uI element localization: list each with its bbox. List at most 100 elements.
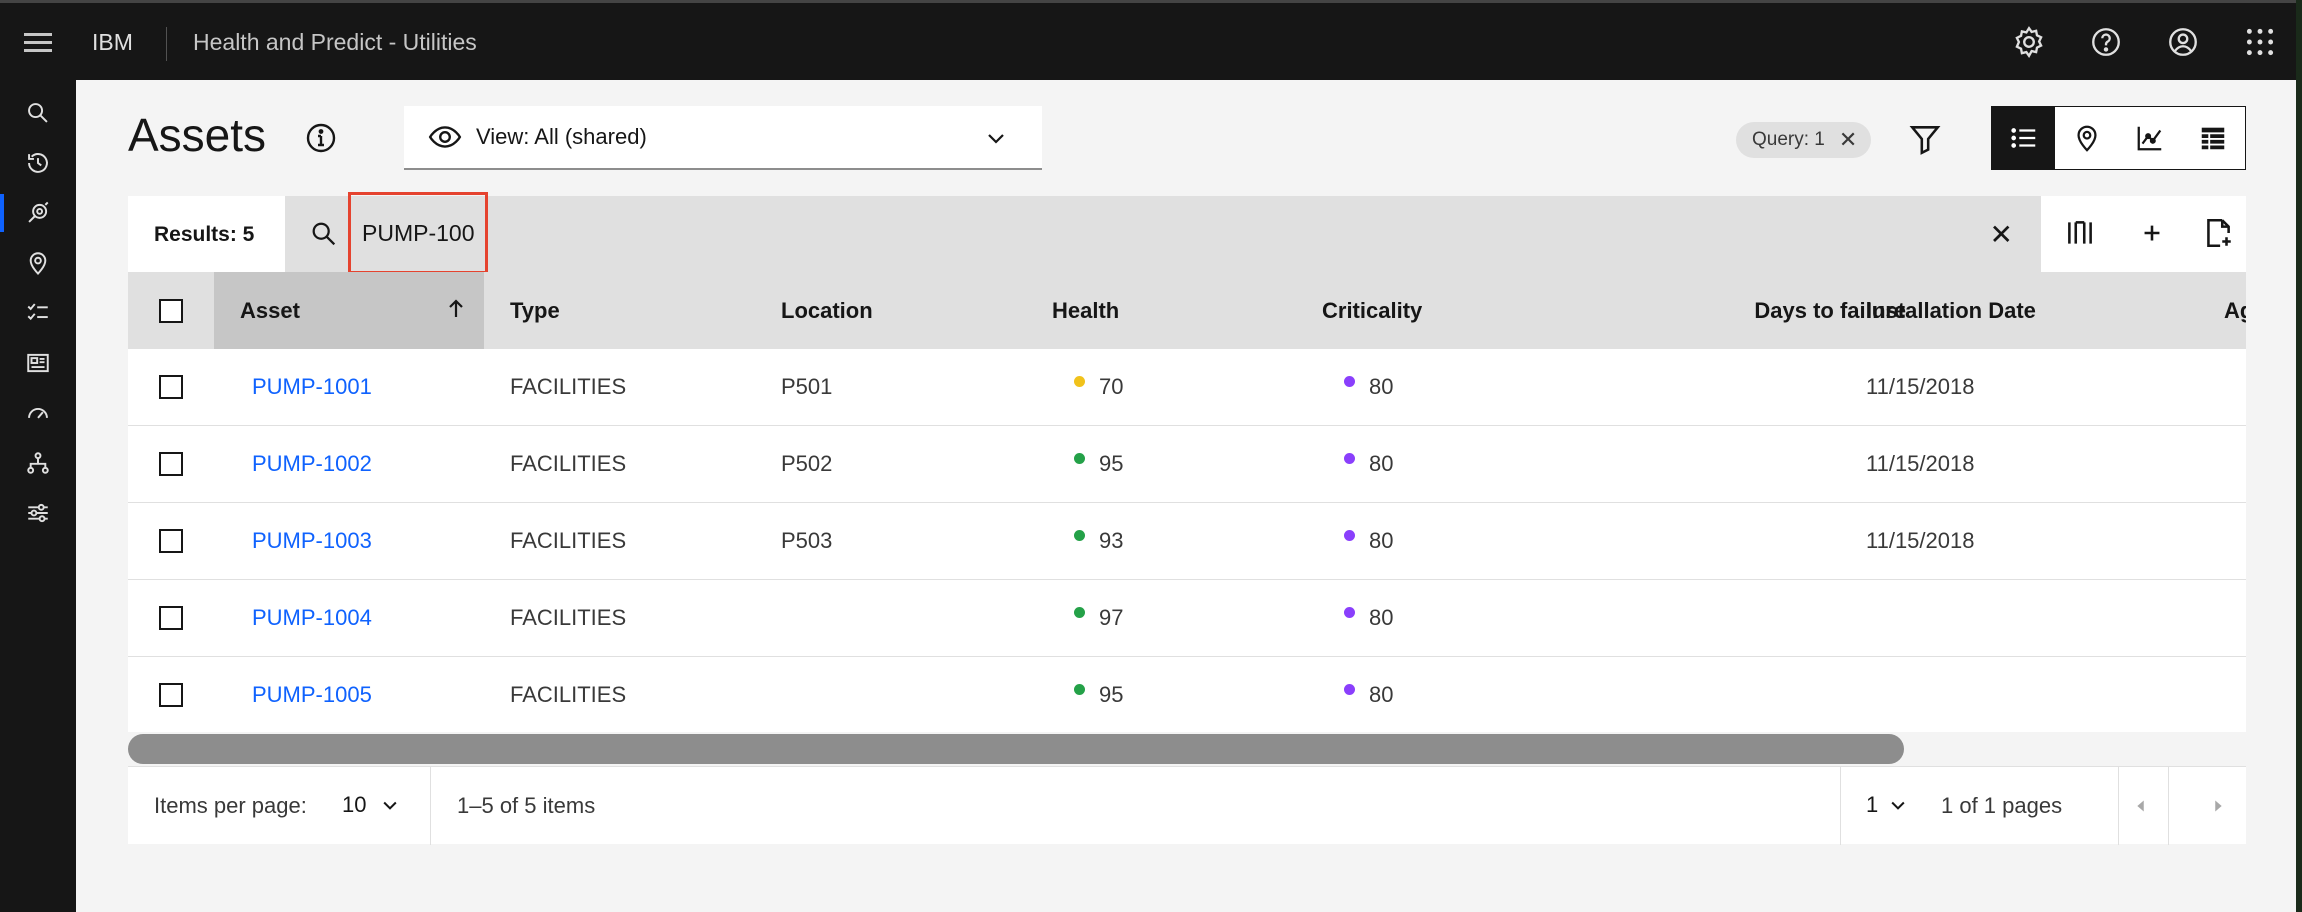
assets-table: Asset Type Location Health Criticality D… (128, 272, 2246, 734)
select-all-cell (128, 272, 214, 349)
window-edge (2296, 0, 2302, 912)
recent-history-icon[interactable] (0, 138, 76, 188)
table-row[interactable]: PUMP-1002 FACILITIES P502 95 80 11/15/2018 (128, 426, 2246, 503)
header-type[interactable]: Type (510, 272, 560, 349)
list-view-icon[interactable] (1992, 107, 2055, 169)
installation-date-cell: 11/15/2018 (1866, 528, 1975, 553)
hierarchy-icon[interactable] (0, 438, 76, 488)
criticality-cell: 80 (1344, 503, 1393, 579)
search-icon (312, 222, 336, 246)
side-nav (0, 80, 76, 912)
info-icon[interactable] (305, 122, 337, 154)
row-checkbox[interactable] (159, 606, 183, 630)
chart-view-icon[interactable] (2118, 107, 2181, 169)
brand-name[interactable]: IBM (92, 29, 133, 56)
table-row[interactable]: PUMP-1005 FACILITIES 95 80 (128, 657, 2246, 734)
header-age[interactable]: Ag (2224, 272, 2246, 349)
pager-divider (2118, 767, 2119, 845)
help-icon[interactable] (2089, 25, 2123, 59)
header-installation-date[interactable]: Installation Date (1866, 272, 2036, 349)
menu-icon[interactable] (24, 33, 52, 53)
filter-icon[interactable] (1908, 122, 1942, 156)
health-status-dot (1074, 452, 1085, 464)
health-status-dot (1074, 606, 1085, 618)
column-settings-icon[interactable] (2063, 216, 2097, 250)
view-selector-label: View: All (shared) (476, 124, 647, 149)
checklist-icon[interactable] (0, 288, 76, 338)
settings-icon[interactable] (2012, 25, 2046, 59)
items-per-page-value: 10 (342, 792, 367, 817)
page-title: Assets (128, 109, 267, 161)
dashboard-card-icon[interactable] (0, 338, 76, 388)
query-tag-close-icon[interactable]: ✕ (1839, 127, 1857, 153)
asset-link[interactable]: PUMP-1003 (252, 503, 372, 579)
health-cell: 70 (1074, 349, 1123, 425)
health-cell: 97 (1074, 580, 1123, 656)
eye-icon (428, 126, 462, 148)
criticality-value: 80 (1369, 682, 1394, 707)
criticality-status-dot (1344, 606, 1355, 618)
page-select[interactable]: 1 (1866, 785, 1908, 825)
assets-icon[interactable] (0, 188, 76, 238)
export-file-icon[interactable] (2201, 216, 2235, 250)
table-view-icon[interactable] (2181, 107, 2244, 169)
type-cell: FACILITIES (510, 682, 627, 707)
page-count-text: 1 of 1 pages (1941, 793, 2063, 818)
row-checkbox[interactable] (159, 375, 183, 399)
installation-date-cell: 11/15/2018 (1866, 451, 1975, 476)
header-location[interactable]: Location (781, 272, 873, 349)
table-row[interactable]: PUMP-1001 FACILITIES P501 70 80 11/15/2018 (128, 349, 2246, 426)
row-checkbox[interactable] (159, 529, 183, 553)
view-selector-dropdown[interactable]: View: All (shared) (404, 106, 1042, 170)
row-checkbox[interactable] (159, 452, 183, 476)
header-asset[interactable]: Asset (214, 272, 484, 349)
chevron-down-icon (383, 801, 398, 810)
item-range-text: 1–5 of 5 items (457, 793, 596, 818)
user-avatar-icon[interactable] (2166, 25, 2200, 59)
health-status-dot (1074, 529, 1085, 541)
sort-ascending-icon[interactable] (444, 297, 468, 321)
next-page-icon[interactable] (2207, 795, 2229, 817)
nav-search-icon[interactable] (0, 88, 76, 138)
criticality-value: 80 (1369, 374, 1394, 399)
location-icon[interactable] (0, 238, 76, 288)
criticality-status-dot (1344, 375, 1355, 387)
header-criticality[interactable]: Criticality (1322, 272, 1422, 349)
health-status-dot (1074, 375, 1085, 387)
table-search-field[interactable]: PUMP-100 ✕ (285, 192, 2041, 274)
asset-link[interactable]: PUMP-1002 (252, 426, 372, 502)
items-per-page-select[interactable]: 10 (342, 785, 400, 825)
horizontal-scrollbar-thumb[interactable] (128, 734, 1904, 764)
type-cell: FACILITIES (510, 451, 627, 476)
criticality-value: 80 (1369, 605, 1394, 630)
health-status-dot (1074, 683, 1085, 695)
select-all-checkbox[interactable] (159, 298, 183, 323)
map-view-icon[interactable] (2055, 107, 2118, 169)
previous-page-icon[interactable] (2130, 795, 2152, 817)
table-row[interactable]: PUMP-1004 FACILITIES 97 80 (128, 580, 2246, 657)
type-cell: FACILITIES (510, 374, 627, 399)
clear-search-icon[interactable]: ✕ (1990, 218, 2013, 251)
add-icon[interactable] (2135, 216, 2169, 250)
results-count: Results: 5 (154, 223, 255, 246)
gauge-icon[interactable] (0, 388, 76, 438)
annotation-highlight-box (348, 192, 488, 274)
criticality-status-dot (1344, 529, 1355, 541)
header-divider (166, 27, 167, 61)
type-cell: FACILITIES (510, 528, 627, 553)
asset-link[interactable]: PUMP-1004 (252, 580, 372, 656)
health-value: 93 (1099, 528, 1124, 553)
header-health[interactable]: Health (1052, 272, 1119, 349)
app-switcher-icon[interactable] (2243, 25, 2277, 59)
criticality-cell: 80 (1344, 657, 1393, 733)
health-value: 95 (1099, 682, 1124, 707)
location-cell: P501 (781, 374, 833, 399)
asset-link[interactable]: PUMP-1001 (252, 349, 372, 425)
row-select-cell (128, 657, 214, 733)
row-checkbox[interactable] (159, 683, 183, 707)
page-select-value: 1 (1866, 792, 1879, 817)
query-tag-label: Query: 1 (1752, 129, 1825, 150)
asset-link[interactable]: PUMP-1005 (252, 657, 372, 733)
table-row[interactable]: PUMP-1003 FACILITIES P503 93 80 11/15/2018 (128, 503, 2246, 580)
settings-sliders-icon[interactable] (0, 488, 76, 538)
